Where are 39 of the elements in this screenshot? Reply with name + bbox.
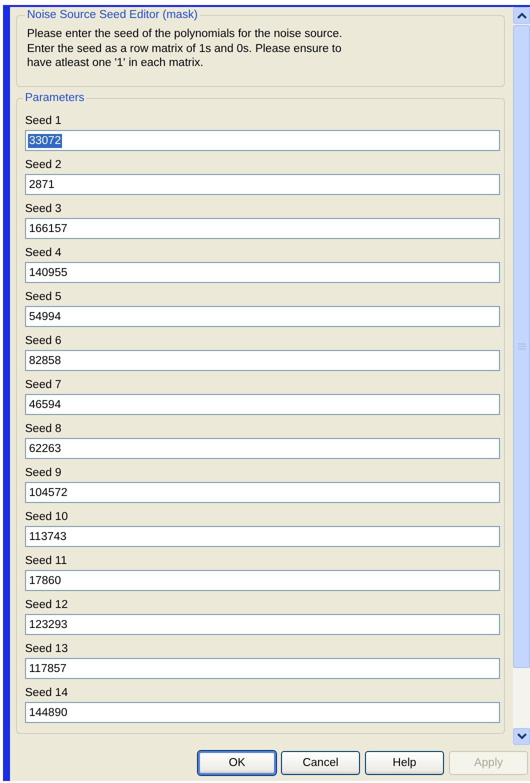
scroll-down-button[interactable] (513, 728, 530, 745)
field-label: Seed 1 (25, 114, 62, 129)
seed-input-field[interactable]: 82858 (25, 350, 500, 371)
field-label: Seed 5 (25, 290, 62, 305)
field-label: Seed 2 (25, 158, 62, 173)
seed-input-field[interactable]: 2871 (25, 174, 500, 195)
field-label: Seed 6 (25, 334, 62, 349)
group-title: Noise Source Seed Editor (mask) (26, 9, 199, 21)
field-label: Seed 14 (25, 686, 69, 701)
field-label: Seed 10 (25, 510, 69, 525)
chevron-down-icon (516, 733, 526, 740)
field-label: Seed 4 (25, 246, 62, 261)
seed-input-field[interactable]: 17860 (25, 570, 500, 591)
field-label: Seed 13 (25, 642, 69, 657)
dialog-button[interactable]: Help (365, 751, 444, 775)
dialog-button[interactable]: OK (198, 751, 276, 775)
group-title: Parameters (24, 92, 86, 104)
seed-input-field[interactable]: 33072 (25, 130, 500, 151)
seed-input-field[interactable]: 62263 (25, 438, 500, 459)
seed-input-field[interactable]: 140955 (25, 262, 500, 283)
seed-input-field[interactable]: 46594 (25, 394, 500, 415)
seed-input-field[interactable]: 104572 (25, 482, 500, 503)
field-label: Seed 7 (25, 378, 62, 393)
scroll-up-button[interactable] (513, 7, 530, 24)
field-label: Seed 12 (25, 598, 69, 613)
field-label: Seed 8 (25, 422, 62, 437)
dialog-button[interactable]: Cancel (281, 751, 360, 775)
instructions-text: Please enter the seed of the polynomials for the noise source. Enter the seed as a row matrix of 1s and 0s. Please ensure to have atleast one '1' in each matrix. (27, 27, 344, 70)
grip-icon (518, 343, 526, 350)
field-label: Seed 11 (25, 554, 68, 569)
seed-input-field[interactable]: 117857 (25, 658, 500, 679)
seed-input-field[interactable]: 123293 (25, 614, 500, 635)
seed-input-field[interactable]: 166157 (25, 218, 500, 239)
seed-input-field[interactable]: 144890 (25, 702, 500, 723)
seed-input-field[interactable]: 113743 (25, 526, 500, 547)
seed-input-field[interactable]: 54994 (25, 306, 500, 327)
field-label: Seed 3 (25, 202, 62, 217)
field-label: Seed 9 (25, 466, 62, 481)
chevron-up-icon (516, 12, 526, 19)
